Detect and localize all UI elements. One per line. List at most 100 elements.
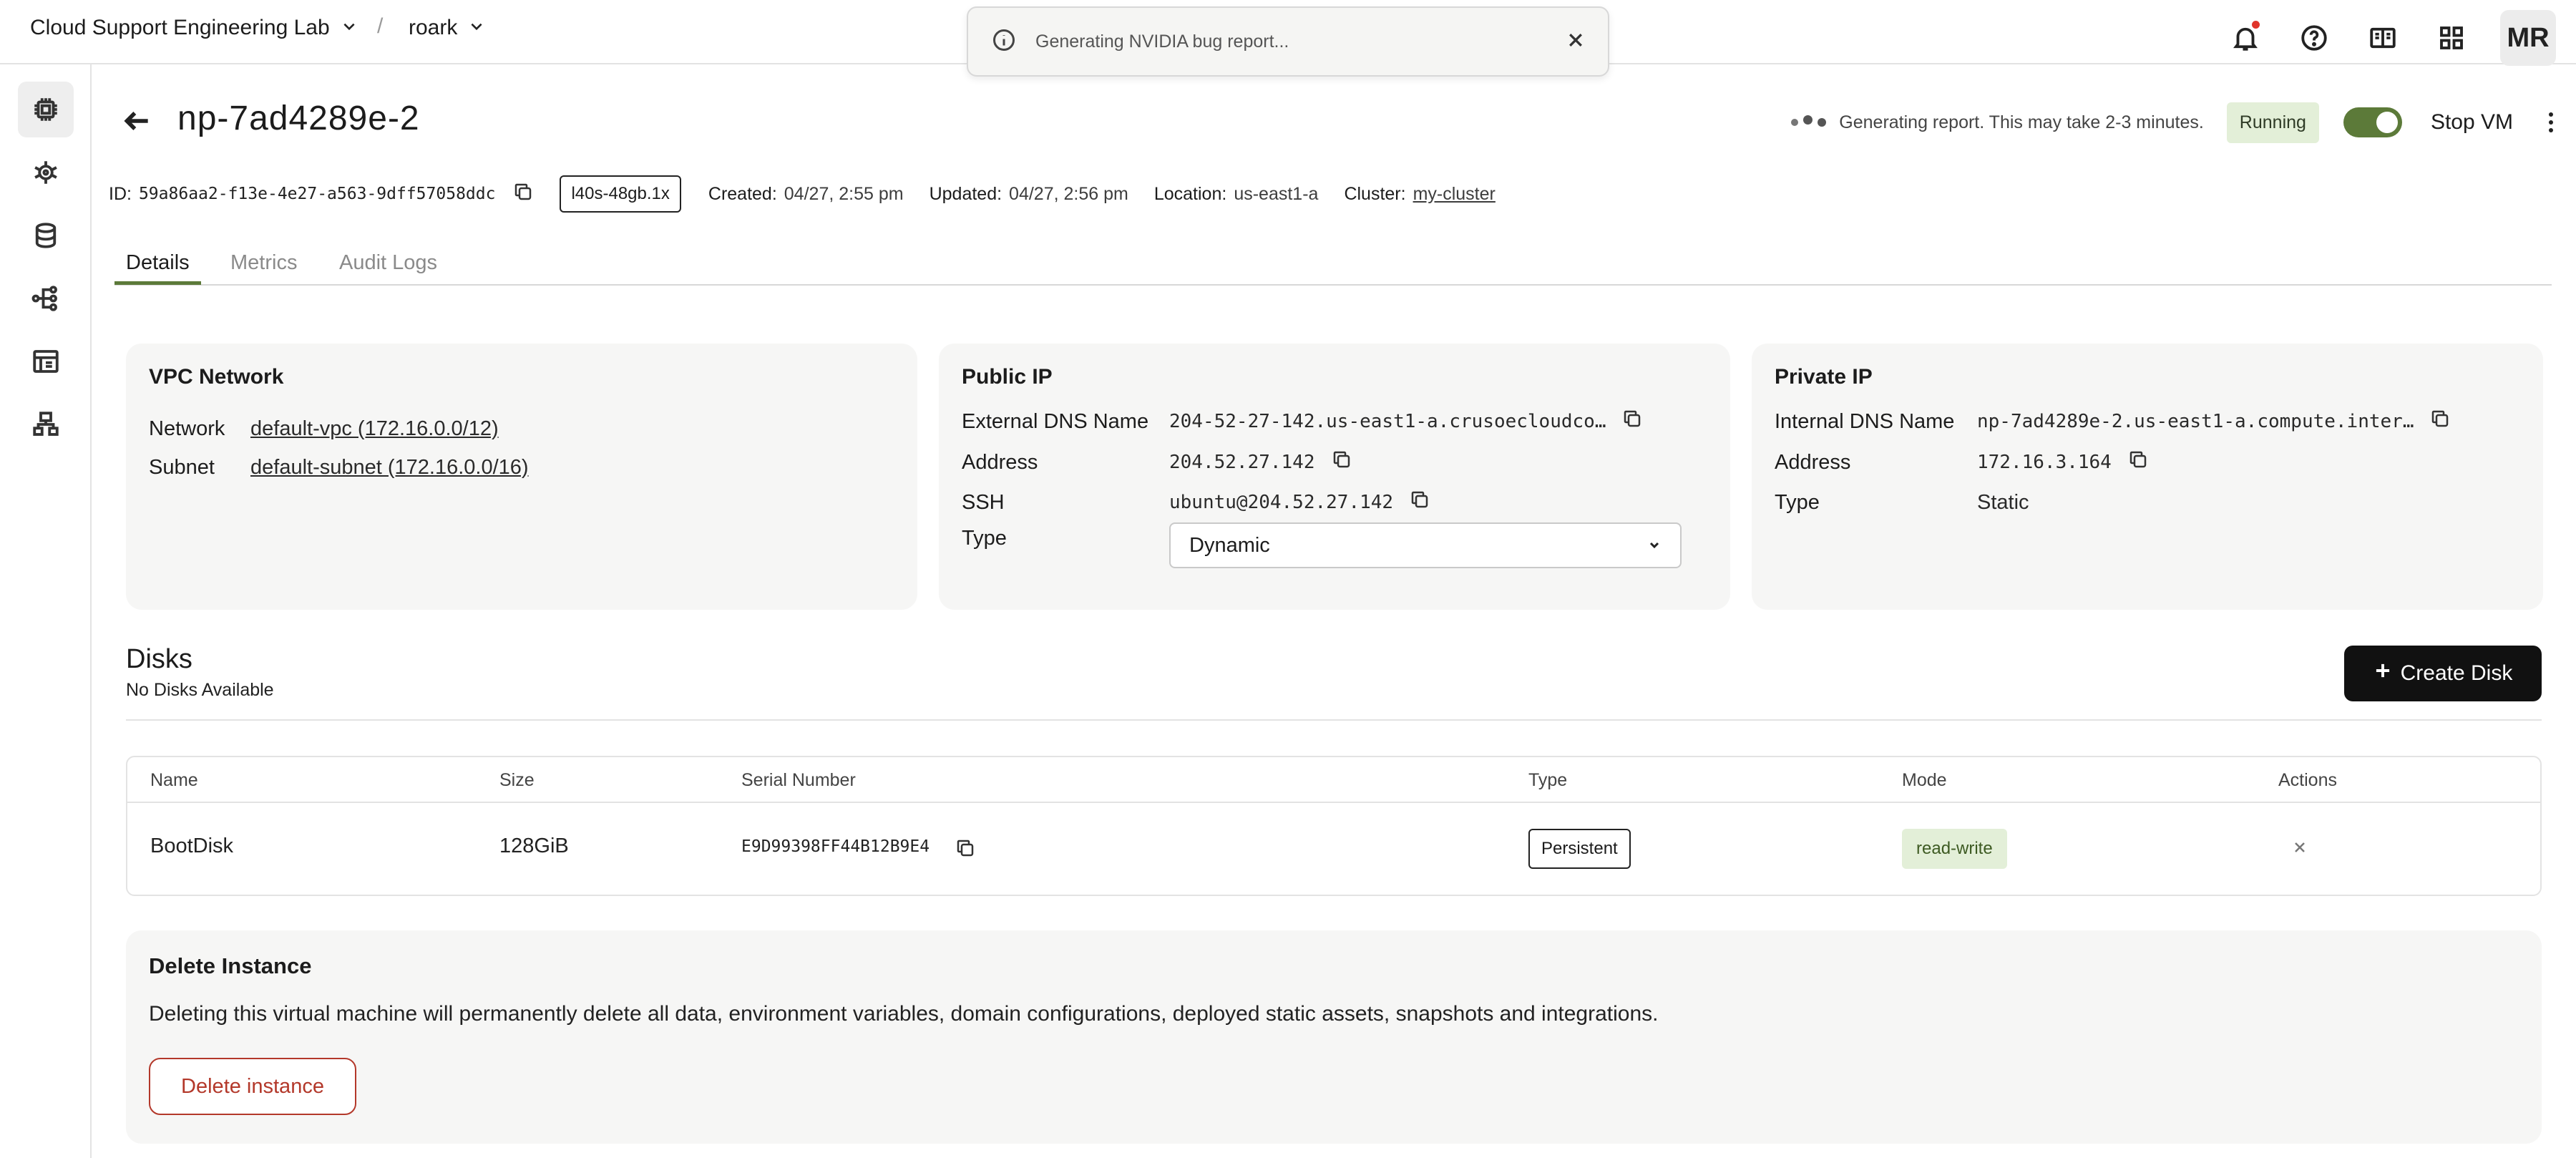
delete-instance-card: Delete Instance Deleting this virtual ma… xyxy=(126,930,2542,1144)
delete-title: Delete Instance xyxy=(149,953,312,978)
kubernetes-icon[interactable] xyxy=(18,145,74,200)
docs-icon[interactable] xyxy=(2363,18,2403,58)
cluster-link[interactable]: my-cluster xyxy=(1413,184,1496,205)
instance-id: 59a86aa2-f13e-4e27-a563-9dff57058ddc xyxy=(138,185,496,203)
column-header: Type xyxy=(1528,770,1568,790)
internal-dns-label: Internal DNS Name xyxy=(1775,409,1955,433)
type-label: Type xyxy=(962,527,1007,550)
internal-dns-value: np-7ad4289e-2.us-east1-a.compute.inter… xyxy=(1977,411,2414,432)
ip-type-selected: Dynamic xyxy=(1189,533,1270,557)
column-header: Name xyxy=(150,770,198,790)
type-value: Static xyxy=(1977,490,2029,514)
copy-icon[interactable] xyxy=(1331,449,1352,476)
stop-vm-button[interactable]: Stop VM xyxy=(2431,110,2513,135)
subnet-label: Subnet xyxy=(149,455,215,479)
toast-notification: Generating NVIDIA bug report... xyxy=(967,6,1609,77)
card-title: VPC Network xyxy=(149,365,284,389)
address-label: Address xyxy=(1775,450,1851,474)
type-label: Type xyxy=(1775,490,1820,514)
disk-name: BootDisk xyxy=(150,835,234,857)
apps-grid-icon[interactable] xyxy=(2431,18,2472,58)
created-label: Created: xyxy=(708,183,777,204)
avatar[interactable]: MR xyxy=(2500,10,2556,66)
tab-audit-logs[interactable]: Audit Logs xyxy=(339,251,437,275)
status-badge: Running xyxy=(2226,102,2319,143)
address-value: 204.52.27.142 xyxy=(1169,452,1315,473)
external-dns-value: 204-52-27-142.us-east1-a.crusoecloudco… xyxy=(1169,411,1606,432)
power-toggle[interactable] xyxy=(2343,107,2402,137)
detach-disk-icon[interactable] xyxy=(2293,840,2307,858)
column-header: Serial Number xyxy=(741,770,856,790)
breadcrumb-separator: / xyxy=(377,14,384,38)
instance-meta: ID: 59a86aa2-f13e-4e27-a563-9dff57058ddc… xyxy=(109,175,1496,213)
copy-icon[interactable] xyxy=(2127,449,2149,476)
create-disk-button[interactable]: Create Disk xyxy=(2344,646,2542,701)
storage-icon[interactable] xyxy=(18,208,74,263)
plus-icon xyxy=(2373,661,2392,686)
loading-dots-icon xyxy=(1791,115,1827,127)
divider xyxy=(126,719,2542,721)
tab-details[interactable]: Details xyxy=(126,251,190,275)
org-icon[interactable] xyxy=(18,396,74,452)
network-link[interactable]: default-vpc (172.16.0.0/12) xyxy=(250,417,499,441)
ip-type-select[interactable]: Dynamic xyxy=(1169,522,1682,568)
public-ip-card: Public IP External DNS Name 204-52-27-14… xyxy=(939,344,1730,610)
updated-label: Updated: xyxy=(929,183,1002,204)
column-header: Mode xyxy=(1902,770,1947,790)
chevron-down-icon xyxy=(341,16,357,40)
column-header: Actions xyxy=(2278,770,2337,790)
private-ip-card: Private IP Internal DNS Name np-7ad4289e… xyxy=(1752,344,2543,610)
chevron-down-icon xyxy=(1647,534,1662,558)
compute-icon[interactable] xyxy=(18,82,74,137)
bell-icon[interactable] xyxy=(2225,18,2265,58)
copy-icon[interactable] xyxy=(1621,408,1643,435)
address-value: 172.16.3.164 xyxy=(1977,452,2112,473)
page-title: np-7ad4289e-2 xyxy=(177,99,420,137)
create-disk-label: Create Disk xyxy=(2400,661,2513,685)
notification-dot xyxy=(2252,21,2260,29)
billing-icon[interactable] xyxy=(18,334,74,389)
copy-icon[interactable] xyxy=(1409,489,1430,516)
chevron-down-icon xyxy=(469,16,484,40)
delete-instance-button[interactable]: Delete instance xyxy=(149,1058,356,1115)
network-icon[interactable] xyxy=(18,271,74,326)
info-icon xyxy=(991,27,1017,57)
close-icon[interactable] xyxy=(1566,31,1585,53)
vpc-network-card: VPC Network Network default-vpc (172.16.… xyxy=(126,344,917,610)
disk-size: 128GiB xyxy=(499,835,569,857)
subnet-link[interactable]: default-subnet (172.16.0.0/16) xyxy=(250,456,529,480)
status-message: Generating report. This may take 2-3 min… xyxy=(1839,112,2204,132)
card-title: Private IP xyxy=(1775,365,1873,389)
copy-icon[interactable] xyxy=(955,837,976,862)
sidebar xyxy=(0,64,92,1158)
help-icon[interactable] xyxy=(2294,18,2334,58)
org-switcher[interactable]: Cloud Support Engineering Lab xyxy=(30,16,357,40)
id-label: ID: xyxy=(109,183,132,204)
status-area: Generating report. This may take 2-3 min… xyxy=(1791,102,2553,143)
project-switcher[interactable]: roark xyxy=(409,16,484,40)
disks-title: Disks xyxy=(126,644,192,674)
external-dns-label: External DNS Name xyxy=(962,409,1149,433)
copy-icon[interactable] xyxy=(2429,408,2451,435)
tab-metrics[interactable]: Metrics xyxy=(230,251,297,275)
toast-message: Generating NVIDIA bug report... xyxy=(1035,31,1289,52)
updated-value: 04/27, 2:56 pm xyxy=(1009,183,1128,204)
table-header: Name Size Serial Number Type Mode Action… xyxy=(127,757,2540,803)
card-title: Public IP xyxy=(962,365,1053,389)
disks-subtitle: No Disks Available xyxy=(126,680,274,700)
disk-serial: E9D99398FF44B12B9E4 xyxy=(741,837,930,856)
ssh-label: SSH xyxy=(962,490,1005,514)
disks-table: Name Size Serial Number Type Mode Action… xyxy=(126,756,2542,896)
back-arrow-icon[interactable] xyxy=(122,105,153,140)
copy-icon[interactable] xyxy=(512,181,534,208)
active-tab-indicator xyxy=(114,281,201,285)
created-value: 04/27, 2:55 pm xyxy=(784,183,904,204)
location-value: us-east1-a xyxy=(1234,183,1319,204)
network-label: Network xyxy=(149,417,225,440)
instance-type-chip: l40s-48gb.1x xyxy=(560,175,681,213)
more-options-icon[interactable] xyxy=(2549,112,2553,132)
disk-mode-chip: read-write xyxy=(1902,829,2007,869)
address-label: Address xyxy=(962,450,1038,474)
disk-type-chip: Persistent xyxy=(1528,829,1631,869)
cluster-label: Cluster: xyxy=(1344,183,1406,204)
